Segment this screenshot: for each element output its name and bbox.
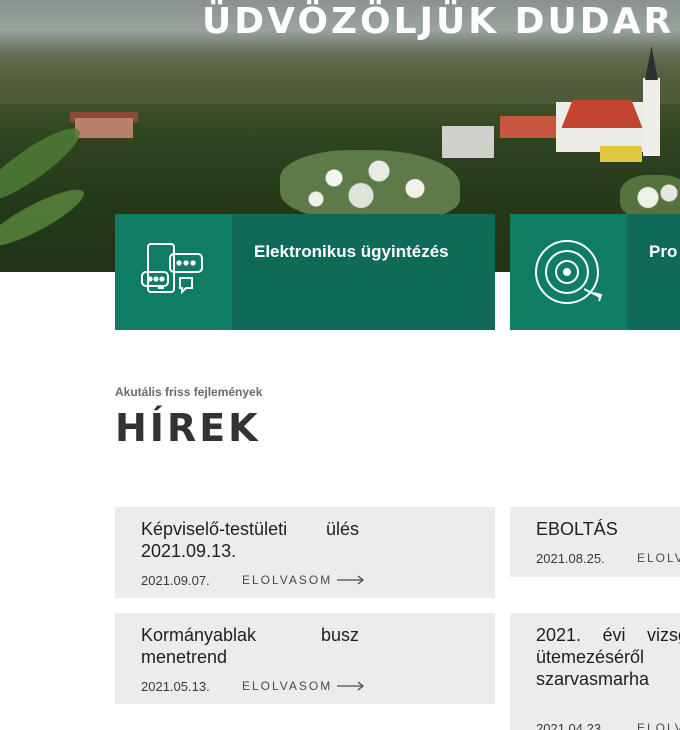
news-date: 2021.09.07. — [141, 573, 210, 588]
hero-church-tower — [643, 78, 660, 156]
news-date: 2021.08.25. — [536, 551, 605, 566]
hero-flowering-bush — [280, 150, 460, 220]
news-title[interactable]: 2021. évi vizsgálatok ütemezéséről érint… — [536, 624, 680, 690]
news-title[interactable]: Kormányablak busz menetrend — [141, 624, 359, 668]
read-more-label: ELOLVASOM — [242, 573, 333, 587]
read-more-link[interactable]: ELOLVASOM — [637, 721, 680, 730]
service-card-e-administration[interactable]: Elektronikus ügyintézés — [115, 214, 495, 330]
target-icon — [534, 240, 602, 304]
hero-house — [442, 126, 494, 158]
section-kicker: Akutális friss fejlemények — [115, 385, 263, 399]
read-more-link[interactable]: ELOLVASOM — [242, 573, 365, 587]
read-more-label: ELOLVASOM — [242, 679, 333, 693]
hero-house — [500, 116, 556, 138]
news-card[interactable]: 2021. évi vizsgálatok ütemezéséről érint… — [510, 613, 680, 730]
news-date: 2021.05.13. — [141, 679, 210, 694]
arrow-right-icon — [337, 575, 365, 585]
news-card[interactable]: EBOLTÁS 2021.08.25. ELOLVASOM — [510, 507, 680, 577]
chat-phone-icon — [140, 243, 203, 295]
hero-house — [75, 118, 133, 138]
read-more-link[interactable]: ELOLVASOM — [637, 551, 680, 565]
news-date: 2021.04.23. — [536, 721, 605, 730]
arrow-right-icon — [337, 681, 365, 691]
hero-title: ÜDVÖZÖLJÜK DUDAR — [202, 1, 675, 42]
read-more-label: ELOLVASOM — [637, 551, 680, 565]
service-card-label: Elektronikus ügyintézés — [254, 242, 449, 261]
service-card-projects[interactable]: Pro — [510, 214, 680, 330]
news-title[interactable]: Képviselő-testületi ülés 2021.09.13. — [141, 518, 359, 562]
hero-hills — [0, 44, 680, 104]
read-more-label: ELOLVASOM — [637, 721, 680, 730]
hero-yellow-house — [600, 146, 642, 162]
news-title[interactable]: EBOLTÁS — [536, 518, 680, 540]
service-icon-box — [115, 214, 232, 330]
news-card[interactable]: Kormányablak busz menetrend 2021.05.13. … — [115, 613, 495, 704]
read-more-link[interactable]: ELOLVASOM — [242, 679, 365, 693]
news-card[interactable]: Képviselő-testületi ülés 2021.09.13. 202… — [115, 507, 495, 598]
service-card-label: Pro — [649, 242, 678, 261]
service-icon-box — [510, 214, 627, 330]
section-title: HÍREK — [115, 406, 261, 450]
